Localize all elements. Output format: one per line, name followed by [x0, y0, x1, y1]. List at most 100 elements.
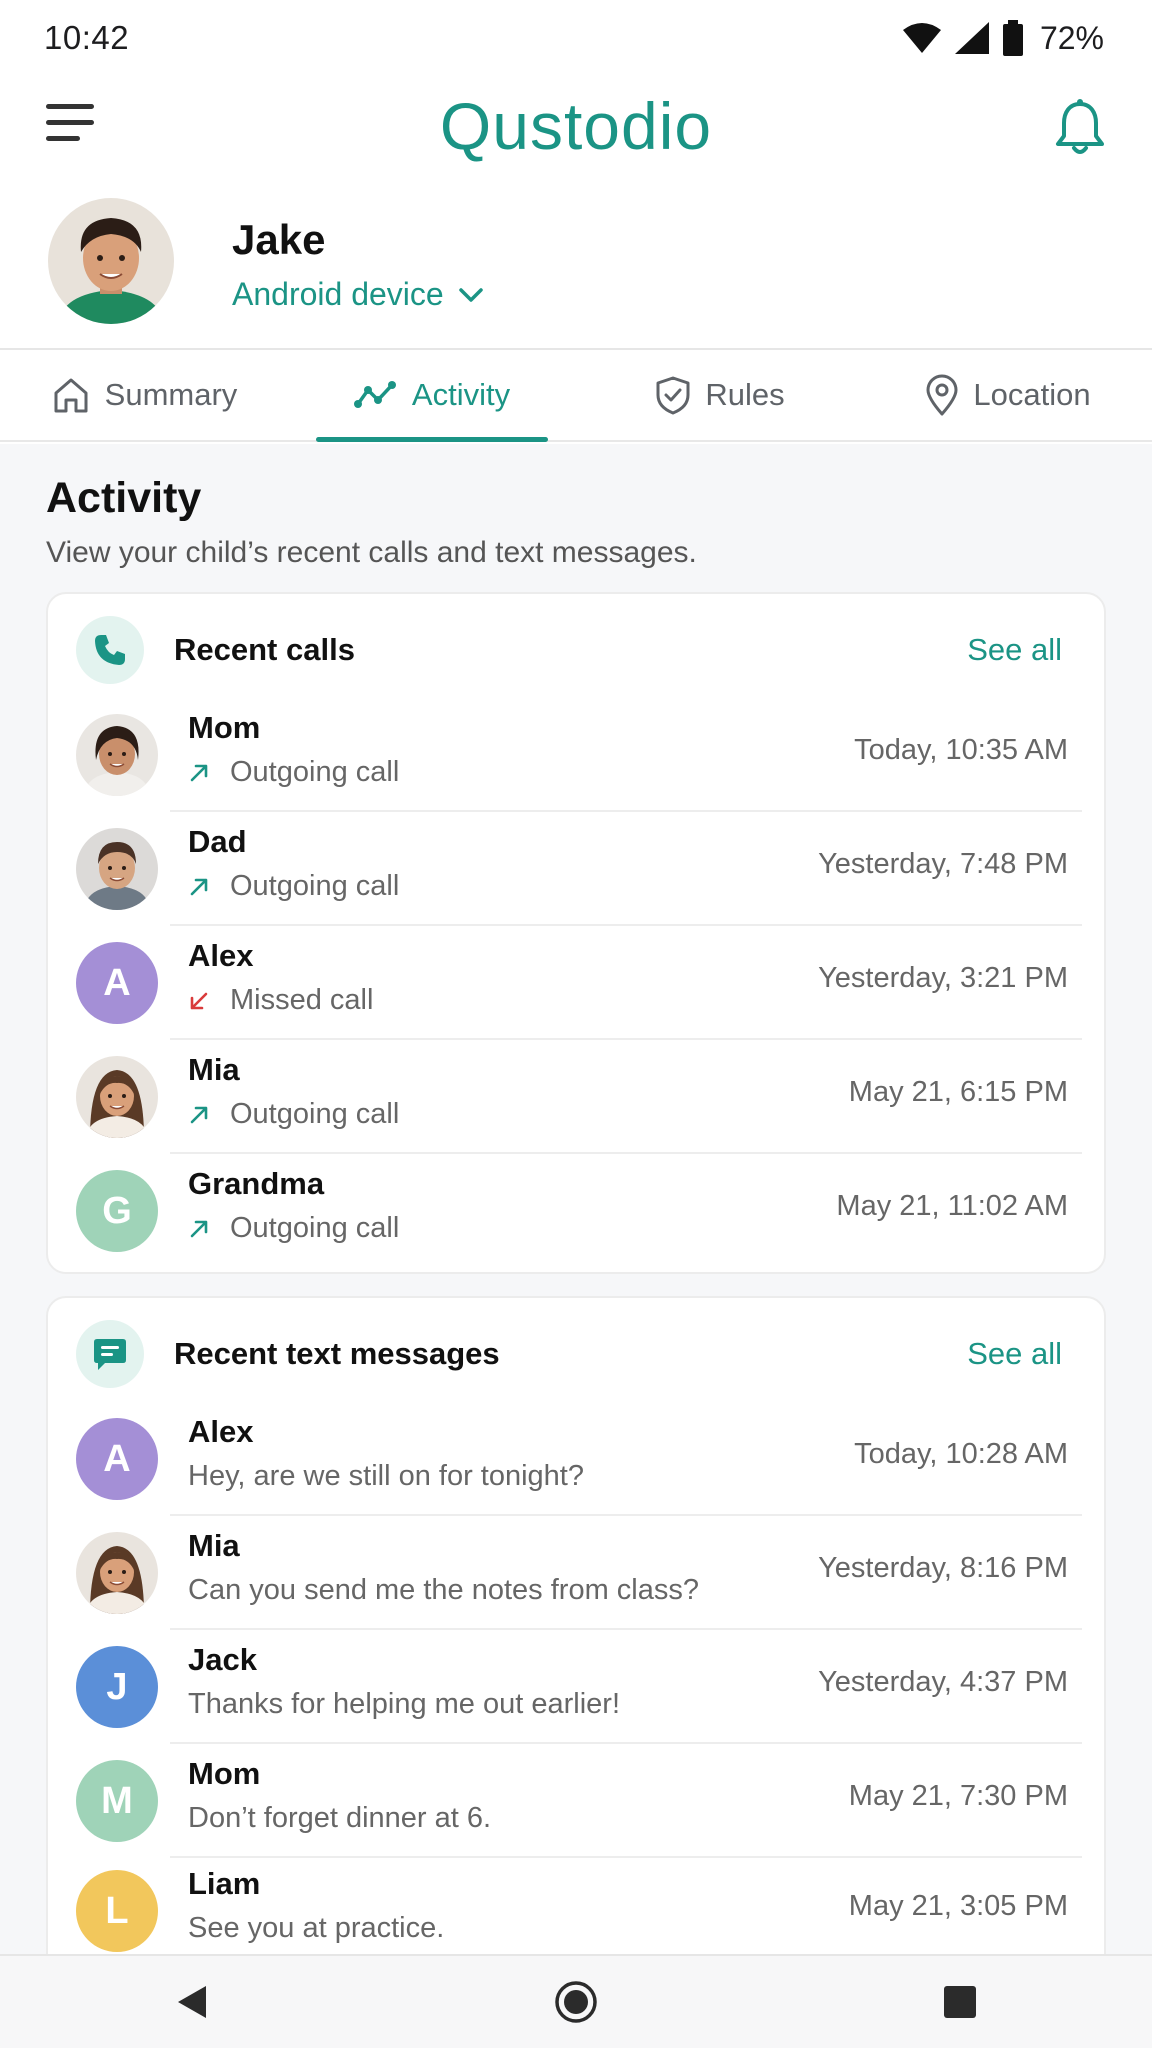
recent-calls-header: Recent calls See all	[48, 594, 1104, 698]
message-time: Yesterday, 4:37 PM	[818, 1666, 1068, 1698]
message-icon	[76, 1320, 144, 1388]
contact-name: Liam	[188, 1866, 261, 1901]
contact-name: Jack	[188, 1642, 257, 1677]
shield-icon	[656, 376, 690, 415]
section-subtitle: View your child’s recent calls and text …	[46, 536, 697, 569]
message-preview: Can you send me the notes from class?	[188, 1574, 699, 1606]
call-type: Outgoing call	[230, 1212, 400, 1244]
message-row[interactable]: L Liam See you at practice. May 21, 3:05…	[48, 1854, 1104, 1954]
activity-icon	[353, 381, 396, 408]
app-logo: Qustodio	[439, 89, 713, 163]
home-icon	[54, 378, 88, 413]
child-profile: Jake Android device	[0, 186, 1152, 348]
status-time: 10:42	[44, 19, 130, 56]
status-bar: 10:42 72%	[0, 0, 1152, 76]
message-preview: See you at practice.	[188, 1912, 445, 1944]
message-row[interactable]: M Mom Don’t forget dinner at 6. May 21, …	[48, 1744, 1104, 1858]
message-time: Today, 10:28 AM	[854, 1438, 1068, 1470]
device-selector[interactable]: Android device	[232, 276, 484, 313]
avatar: A	[76, 942, 158, 1024]
message-row[interactable]: Mia Can you send me the notes from class…	[48, 1516, 1104, 1630]
avatar-initial: A	[103, 1437, 131, 1480]
texts-see-all-link[interactable]: See all	[967, 1336, 1062, 1372]
home-circle-icon	[555, 1981, 597, 2023]
chevron-down-icon	[458, 287, 483, 302]
message-preview: Hey, are we still on for tonight?	[188, 1460, 584, 1492]
tab-location[interactable]: Location	[864, 350, 1152, 440]
message-time: May 21, 7:30 PM	[848, 1780, 1068, 1812]
contact-name: Grandma	[188, 1166, 325, 1201]
call-row[interactable]: Dad Outgoing call Yesterday, 7:48 PM	[48, 812, 1104, 926]
contact-name: Mia	[188, 1052, 240, 1087]
call-row[interactable]: Mom Outgoing call Today, 10:35 AM	[48, 698, 1104, 812]
call-detail: Outgoing call	[188, 1098, 399, 1131]
avatar	[76, 1532, 158, 1614]
back-button[interactable]	[152, 1962, 232, 2042]
avatar: J	[76, 1646, 158, 1728]
avatar: A	[76, 1418, 158, 1500]
contact-name: Mia	[188, 1528, 240, 1563]
message-row[interactable]: J Jack Thanks for helping me out earlier…	[48, 1630, 1104, 1744]
contact-name: Mom	[188, 710, 261, 745]
call-time: Today, 10:35 AM	[854, 734, 1068, 766]
missed-arrow-icon	[190, 992, 208, 1009]
avatar-initial: G	[102, 1189, 132, 1232]
avatar: L	[76, 1870, 158, 1952]
call-time: Yesterday, 7:48 PM	[818, 848, 1068, 880]
outgoing-arrow-icon	[190, 878, 208, 895]
contact-name: Mom	[188, 1756, 261, 1791]
system-nav-bar	[0, 1954, 1152, 2048]
home-button[interactable]	[536, 1962, 616, 2042]
message-row[interactable]: A Alex Hey, are we still on for tonight?…	[48, 1402, 1104, 1516]
outgoing-arrow-icon	[190, 764, 208, 781]
call-type: Outgoing call	[230, 1098, 400, 1130]
avatar	[76, 714, 158, 796]
location-pin-icon	[926, 374, 958, 416]
outgoing-arrow-icon	[190, 1220, 208, 1237]
device-label: Android device	[232, 276, 444, 312]
contact-name: Alex	[188, 1414, 254, 1449]
child-name: Jake	[232, 216, 326, 263]
message-time: May 21, 3:05 PM	[848, 1890, 1068, 1922]
outgoing-arrow-icon	[190, 1106, 208, 1123]
call-time: May 21, 6:15 PM	[848, 1076, 1068, 1108]
call-time: Yesterday, 3:21 PM	[818, 962, 1068, 994]
call-row[interactable]: A Alex Missed call Yesterday, 3:21 PM	[48, 926, 1104, 1040]
avatar-initial: J	[106, 1665, 128, 1708]
signal-icon	[954, 22, 989, 54]
status-icons: 72%	[902, 20, 1104, 57]
avatar-initial: L	[105, 1889, 129, 1932]
call-detail: Outgoing call	[188, 1212, 399, 1245]
wifi-icon	[902, 23, 941, 53]
avatar-initial: A	[103, 961, 131, 1004]
call-row[interactable]: Mia Outgoing call May 21, 6:15 PM	[48, 1040, 1104, 1154]
notifications-bell-icon[interactable]	[1052, 98, 1108, 158]
battery-percent: 72%	[1039, 19, 1104, 56]
call-time: May 21, 11:02 AM	[836, 1190, 1068, 1222]
menu-button[interactable]	[46, 104, 96, 150]
avatar: M	[76, 1760, 158, 1842]
call-type: Outgoing call	[230, 756, 400, 788]
tab-location-label: Location	[973, 377, 1091, 412]
calls-see-all-link[interactable]: See all	[967, 632, 1062, 668]
app-header: Qustodio	[0, 76, 1152, 176]
message-preview: Thanks for helping me out earlier!	[188, 1688, 620, 1720]
call-detail: Outgoing call	[188, 756, 399, 789]
tab-activity[interactable]: Activity	[288, 350, 576, 442]
call-detail: Outgoing call	[188, 870, 399, 903]
contact-name: Dad	[188, 824, 247, 859]
call-type: Outgoing call	[230, 870, 400, 902]
message-preview: Don’t forget dinner at 6.	[188, 1802, 492, 1834]
tab-rules[interactable]: Rules	[576, 350, 864, 440]
avatar: G	[76, 1170, 158, 1252]
child-avatar	[48, 198, 174, 324]
contact-name: Alex	[188, 938, 254, 973]
recent-calls-card: Recent calls See all Mom Outgoing call T…	[46, 592, 1106, 1274]
tab-activity-label: Activity	[411, 377, 511, 412]
tab-summary[interactable]: Summary	[0, 350, 288, 440]
phone-icon	[76, 616, 144, 684]
recents-button[interactable]	[920, 1962, 1000, 2042]
call-row[interactable]: G Grandma Outgoing call May 21, 11:02 AM	[48, 1154, 1104, 1268]
recent-calls-title: Recent calls	[174, 632, 355, 667]
section-title: Activity	[46, 474, 202, 522]
